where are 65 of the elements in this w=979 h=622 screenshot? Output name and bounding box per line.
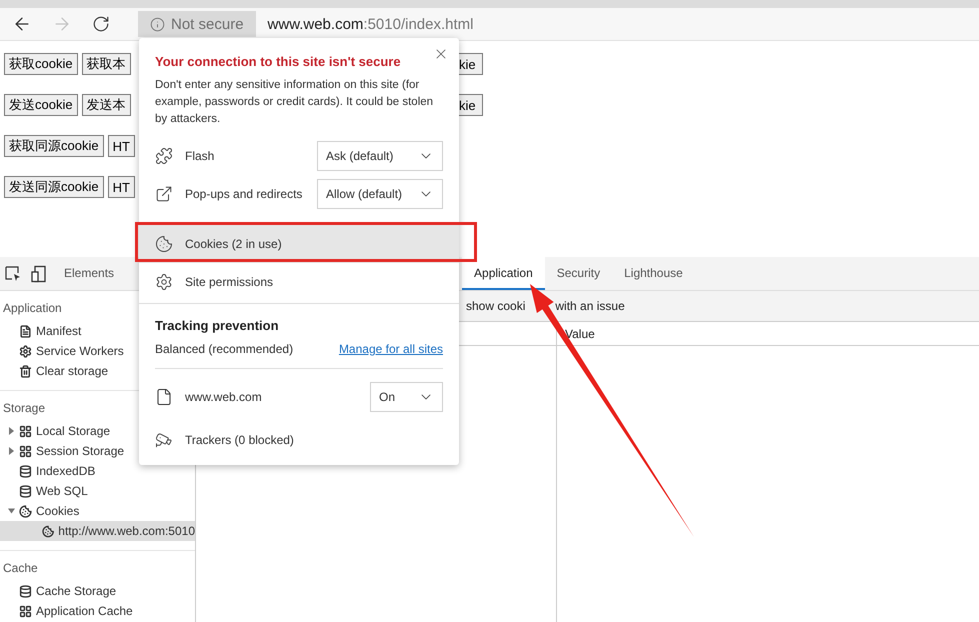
collapsed-arrow-icon[interactable] xyxy=(8,447,15,455)
filter-label: show cooki xyxy=(466,299,526,313)
page-button[interactable]: 发送同源cookie xyxy=(4,176,104,198)
page-button[interactable]: 发送本 xyxy=(82,94,131,116)
sidebar-item[interactable]: Cache Storage xyxy=(0,581,195,601)
gear-icon xyxy=(19,344,32,358)
expanded-arrow-icon[interactable] xyxy=(8,507,15,515)
url-host: www.web.com xyxy=(268,16,364,32)
grid-icon xyxy=(19,604,32,618)
external-link-icon xyxy=(155,185,173,203)
popup-menu-item[interactable]: Cookies (2 in use) xyxy=(139,225,459,263)
tracking-select[interactable]: On xyxy=(370,382,443,412)
cookie-icon xyxy=(19,504,32,518)
sidebar-item[interactable]: Cookies xyxy=(0,501,195,521)
page-button[interactable]: HT xyxy=(108,176,135,198)
database-icon xyxy=(19,484,32,498)
section-title: Cache xyxy=(2,560,39,577)
page-button[interactable]: kie xyxy=(459,53,483,75)
popup-description: Don't enter any sensitive information on this site (for example, passwords or credit cards). It could be stolen by attackers. xyxy=(154,78,434,127)
puzzle-icon xyxy=(155,147,173,165)
refresh-button[interactable] xyxy=(92,15,110,33)
trackers-label: Trackers (0 blocked) xyxy=(185,433,295,447)
popup-title: Your connection to this site isn't secure xyxy=(155,54,401,69)
database-icon xyxy=(19,464,32,478)
filter-label: with an issue xyxy=(555,299,625,313)
page-button[interactable]: HT xyxy=(108,135,135,157)
manage-link[interactable]: Manage for all sites xyxy=(338,342,443,356)
cookie-icon xyxy=(155,235,173,253)
sidebar-item[interactable]: Web SQL xyxy=(0,481,195,501)
sidebar-item[interactable]: IndexedDB xyxy=(0,461,195,481)
grid-icon xyxy=(19,424,32,438)
popup-menu-item[interactable]: Site permissions xyxy=(139,263,459,301)
sidebar-item[interactable]: Application Cache xyxy=(0,601,195,621)
sidebar-item[interactable]: http://www.web.com:5010 xyxy=(0,521,195,541)
permission-label: Pop-ups and redirects xyxy=(185,187,304,201)
settings-icon xyxy=(155,273,173,291)
trash-icon xyxy=(19,364,32,378)
collapsed-arrow-icon[interactable] xyxy=(8,427,15,435)
page-button[interactable]: kie xyxy=(459,94,483,116)
tracking-title: Tracking prevention xyxy=(154,317,280,335)
database-icon xyxy=(19,584,32,598)
cookie-icon xyxy=(42,524,54,538)
section-title: Storage xyxy=(2,400,46,417)
sidebar-item[interactable]: Clear storage xyxy=(0,361,195,381)
devtools-tab[interactable]: Security xyxy=(544,257,612,290)
page-button[interactable]: 获取同源cookie xyxy=(4,135,104,157)
info-icon xyxy=(150,16,165,32)
security-chip[interactable]: Not secure xyxy=(138,11,256,37)
site-label: www.web.com xyxy=(185,390,263,404)
permission-select[interactable]: Ask (default) xyxy=(317,141,443,171)
section-title: Application xyxy=(2,300,63,317)
camera-icon xyxy=(155,431,173,449)
file-icon xyxy=(155,388,173,406)
page-button[interactable]: 发送cookie xyxy=(4,94,78,116)
permission-select[interactable]: Allow (default) xyxy=(317,179,443,209)
page-button[interactable]: 获取本 xyxy=(82,53,131,75)
page-button[interactable]: 获取cookie xyxy=(4,53,78,75)
devtools-tab[interactable]: Lighthouse xyxy=(612,257,695,290)
file-icon xyxy=(19,324,32,338)
permission-label: Flash xyxy=(185,149,216,163)
devtools-tab[interactable]: Elements xyxy=(52,257,126,290)
url-path: :5010/index.html xyxy=(363,16,474,32)
grid-icon xyxy=(19,444,32,458)
tracking-level: Balanced (recommended) xyxy=(155,342,294,356)
devtools-tab[interactable]: Application xyxy=(462,257,545,290)
